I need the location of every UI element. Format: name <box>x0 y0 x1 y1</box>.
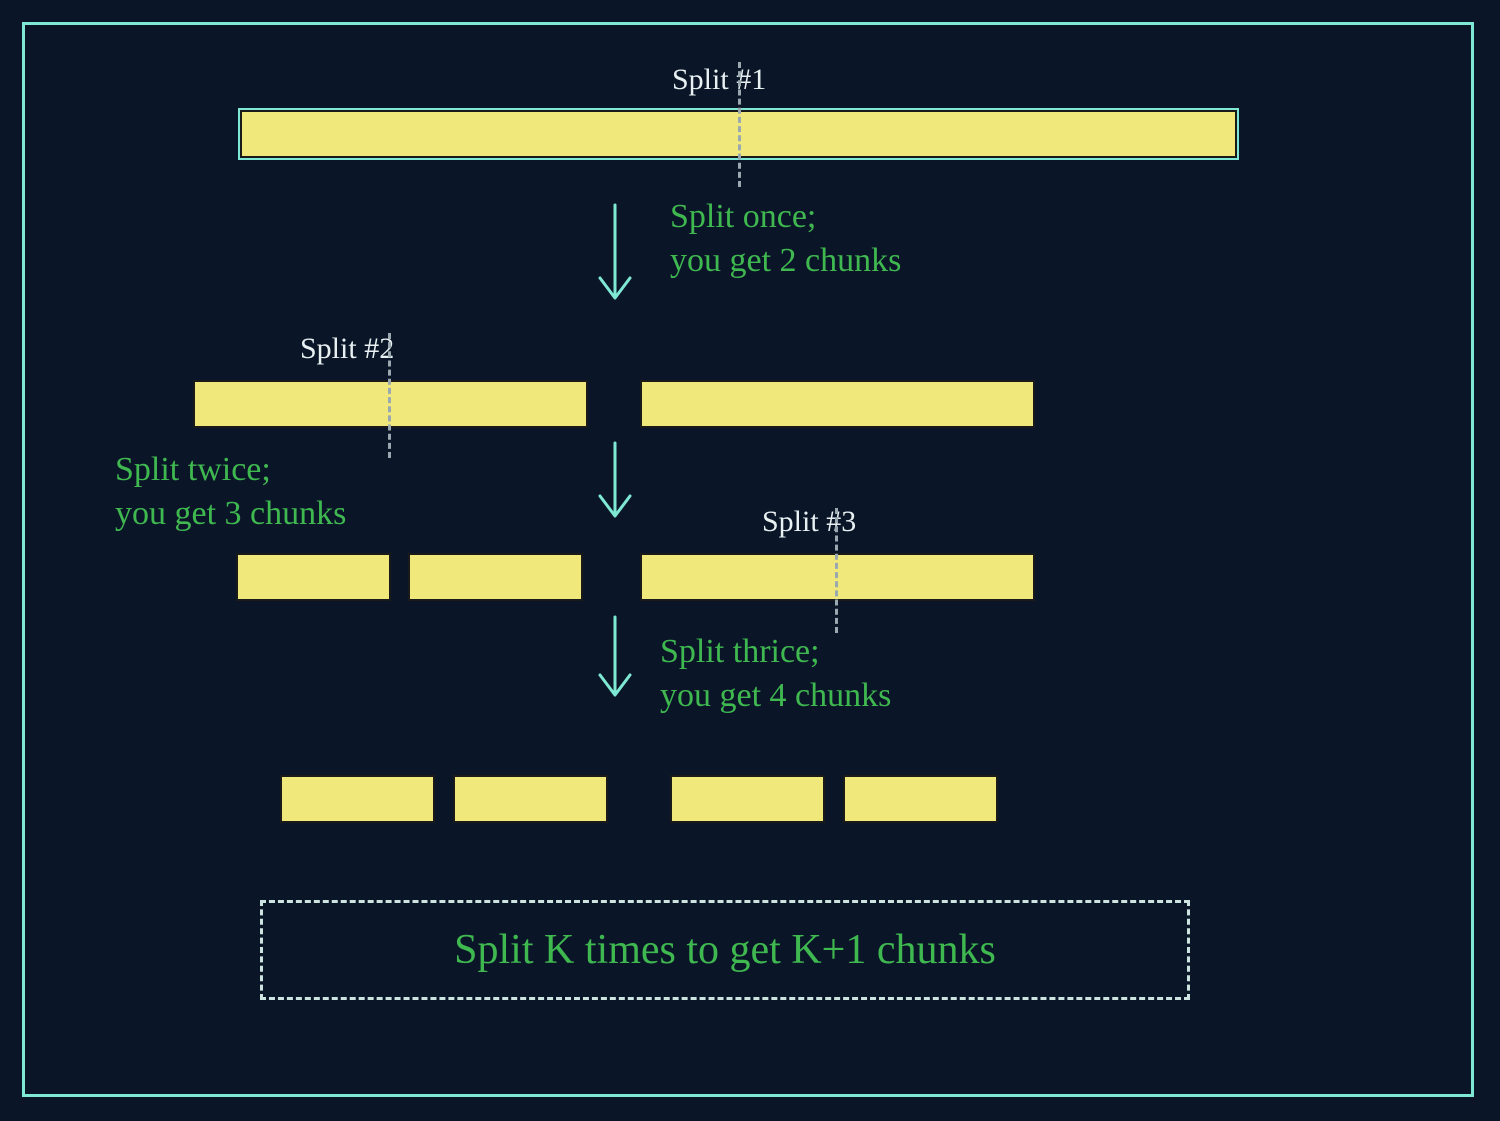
formula-box: Split K times to get K+1 chunks <box>260 900 1190 1000</box>
arrow-3 <box>590 612 640 707</box>
arrow-1 <box>590 200 640 310</box>
split-1-dash <box>738 62 741 187</box>
split-1-label: Split #1 <box>672 63 766 97</box>
caption-thrice: Split thrice; you get 4 chunks <box>660 630 891 718</box>
caption-twice: Split twice; you get 3 chunks <box>115 448 346 536</box>
bar-row4-4 <box>843 775 998 823</box>
caption-once: Split once; you get 2 chunks <box>670 195 901 283</box>
bar-row4-2 <box>453 775 608 823</box>
split-2-label: Split #2 <box>300 332 394 366</box>
formula-text: Split K times to get K+1 chunks <box>454 926 996 974</box>
arrow-2 <box>590 438 640 528</box>
bar-row3-2 <box>408 553 583 601</box>
split-3-label: Split #3 <box>762 505 856 539</box>
bar-row3-1 <box>236 553 391 601</box>
bar-row4-1 <box>280 775 435 823</box>
split-2-dash <box>388 333 391 458</box>
split-3-dash <box>835 508 838 633</box>
bar-row2-right <box>640 380 1035 428</box>
bar-row4-3 <box>670 775 825 823</box>
